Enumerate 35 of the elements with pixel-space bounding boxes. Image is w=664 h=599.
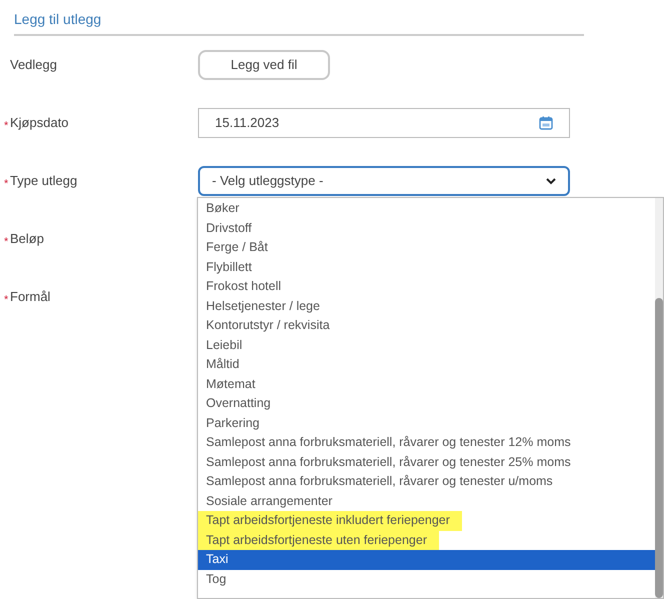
dropdown-option[interactable]: Drivstoff — [198, 218, 655, 238]
dropdown-option[interactable]: Samlepost anna forbruksmateriell, råvarer og tenester 25% moms — [198, 452, 655, 472]
dropdown-option[interactable]: Sosiale arrangementer — [198, 492, 655, 511]
field-label: Kjøpsdato — [10, 114, 69, 132]
dropdown-option[interactable]: Bøker — [198, 199, 655, 218]
required-asterisk: * — [4, 176, 10, 192]
dropdown-option[interactable]: Parkering — [198, 414, 655, 433]
type-select[interactable]: - Velg utleggstype - — [198, 166, 570, 196]
dropdown-option[interactable]: Overnatting — [198, 394, 655, 414]
dropdown-option[interactable]: Samlepost anna forbruksmateriell, råvarer og tenester u/moms — [198, 472, 655, 492]
field-label: Beløp — [10, 230, 44, 248]
section-title: Legg til utlegg — [14, 11, 102, 27]
dropdown-option[interactable]: Måltid — [198, 355, 655, 374]
scrollbar[interactable] — [655, 198, 663, 598]
field-label: Type utlegg — [10, 172, 78, 190]
dropdown-option[interactable]: Helsetjenester / lege — [198, 296, 655, 316]
required-asterisk: * — [4, 118, 10, 134]
dropdown-option[interactable]: Samlepost anna forbruksmateriell, råvarer og tenester 12% moms — [198, 433, 655, 452]
required-asterisk: * — [4, 292, 10, 308]
dropdown-option[interactable]: Leiebil — [198, 336, 655, 355]
field-label: Formål — [10, 288, 50, 306]
dropdown-option[interactable]: Møtemat — [198, 374, 655, 394]
attach-file-button[interactable]: Legg ved fil — [198, 50, 330, 80]
dropdown-option[interactable]: Ferge / Båt — [198, 238, 655, 258]
dropdown-option[interactable]: Flybillett — [198, 258, 655, 277]
chevron-down-icon — [546, 178, 556, 184]
dropdown-option[interactable]: Taxi — [198, 550, 655, 570]
dropdown-option[interactable]: Frokost hotell — [198, 277, 655, 296]
dropdown-option[interactable]: Kontorutstyr / rekvisita — [198, 316, 655, 336]
dropdown-option[interactable]: Tog — [198, 570, 655, 589]
date-field[interactable]: 15.11.2023 — [198, 108, 570, 138]
field-label: Vedlegg — [10, 56, 57, 74]
scrollbar-thumb[interactable] — [655, 298, 663, 598]
required-asterisk: * — [4, 234, 10, 250]
calendar-icon[interactable] — [539, 116, 553, 130]
